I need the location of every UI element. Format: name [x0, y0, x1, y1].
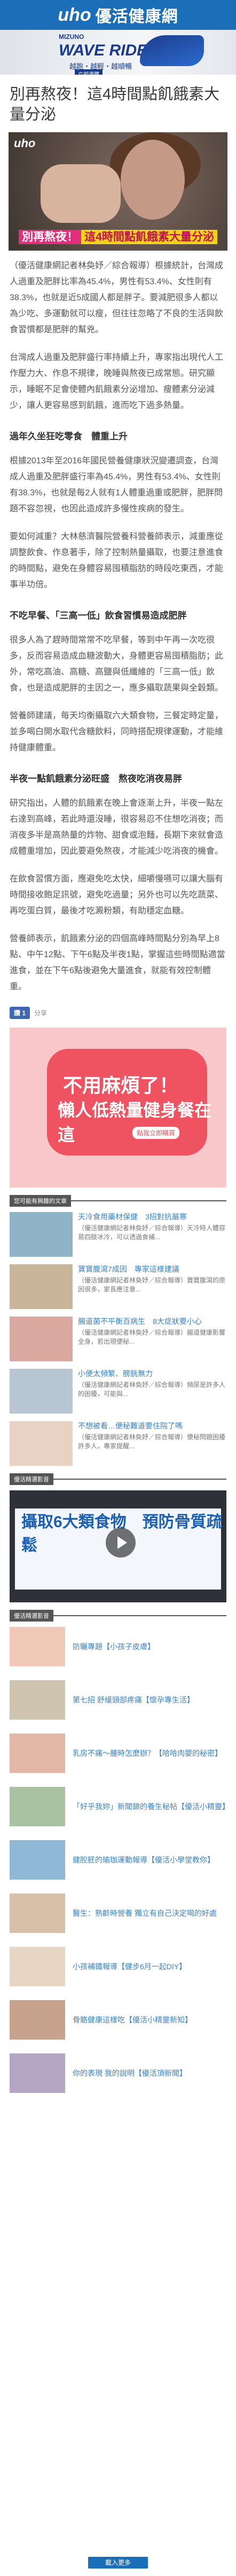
- ad-banner[interactable]: MIZUNO WAVE RIDER 22 越跑・越輕・越順暢 立即選購: [0, 30, 236, 75]
- more-video-item[interactable]: 骨骼健康這樣吃【優活小精靈新知】: [10, 2000, 226, 2040]
- more-video-item[interactable]: 「好乎我妳」新聞鎖的養生秘帖【優活小精靈】: [10, 1787, 230, 1826]
- article-paragraph: 營養師表示，飢餓素分泌的四個高峰時間點分別為早上8點、中午12點、下午6點及半夜…: [10, 934, 225, 991]
- more-title[interactable]: 小孩補鐵報導【健步6月一起DIY】: [73, 1962, 186, 1972]
- more-video-item[interactable]: 你的表現 我的說明【優活頂新聞】: [10, 2053, 226, 2093]
- more-thumbnail[interactable]: [10, 1734, 65, 1773]
- hero-face: [121, 140, 185, 220]
- related-article[interactable]: 寶寶腹瀉7成因 專家這樣建議 （優活健康網記者林奐妤／綜合報導）寶寶腹瀉的原因很…: [10, 1264, 226, 1309]
- ad-brand: MIZUNO: [59, 33, 84, 41]
- promo-banner[interactable]: 不用麻煩了！ 懶人低熱量健身餐在這 點我立即購買: [10, 1028, 226, 1187]
- more-title[interactable]: 「好乎我妳」新聞鎖的養生秘帖【優活小精靈】: [73, 1802, 230, 1812]
- facebook-like-button[interactable]: 讚 1: [10, 1007, 30, 1019]
- hero-caption-a: 別再熬夜！: [19, 230, 82, 244]
- related-label: 您可能有興趣的文章: [10, 1195, 71, 1207]
- more-title[interactable]: 你的表現 我的說明【優活頂新聞】: [73, 2068, 187, 2079]
- related-article[interactable]: 腸道菌不平衡百病生 8大症狀要小心 （優活健康網記者林奐妤／綜合報導）腸道健康影…: [10, 1317, 226, 1361]
- more-title[interactable]: 防曬專題【小孩子皮膚】: [73, 1642, 155, 1652]
- logo-latin[interactable]: uho: [58, 5, 91, 26]
- more-video-item[interactable]: 醫生：熟齡時營養 獨立有自己決定喝的好處: [10, 1893, 226, 1933]
- promo-cta-button[interactable]: 點我立即購買: [132, 1127, 180, 1139]
- video-player[interactable]: 攝取6大類食物 預防骨質疏鬆: [10, 1490, 226, 1602]
- related-title[interactable]: 小便太頻繁、膀胱無力: [78, 1369, 226, 1378]
- related-section-header: 您可能有興趣的文章: [10, 1195, 226, 1207]
- play-icon[interactable]: [106, 1528, 136, 1558]
- related-title[interactable]: 天冷食用藥材保健 3招對抗嚴寒: [78, 1212, 226, 1222]
- more-title[interactable]: 乳房不痛～腫時怎麼辦？【哈哈肉嬰的秘密】: [73, 1748, 222, 1759]
- related-article[interactable]: 天冷食用藥材保健 3招對抗嚴寒 （優活健康網記者林奐妤／綜合報導）天冷時人體容易…: [10, 1212, 226, 1257]
- more-thumbnail[interactable]: [10, 1680, 65, 1720]
- video-label: 優活精選影音: [10, 1473, 53, 1485]
- related-thumbnail[interactable]: [10, 1212, 73, 1257]
- related-title[interactable]: 寶寶腹瀉7成因 專家這樣建議: [78, 1264, 226, 1274]
- related-thumbnail[interactable]: [10, 1369, 73, 1414]
- video-section-header: 優活精選影音: [10, 1473, 226, 1485]
- article-title: 別再熬夜！這4時間點飢餓素大量分泌: [10, 86, 220, 123]
- article-paragraph: 營養師建議，每天均衡攝取六大類食物，三餐定時定量，並多喝白開水取代含糖飲料，同時…: [10, 711, 224, 752]
- related-article[interactable]: 小便太頻繁、膀胱無力 （優活健康網記者林奐妤／綜合報導）頻尿是許多人的困擾，可能…: [10, 1369, 226, 1414]
- logo-chinese[interactable]: 優活健康網: [96, 3, 178, 27]
- section-heading: 過年久坐狂吃零食 體重上升: [10, 431, 128, 442]
- more-thumbnail[interactable]: [10, 1840, 65, 1880]
- related-title[interactable]: 不想被看…便秘難道要住院了嗎: [78, 1421, 226, 1431]
- more-thumbnail[interactable]: [10, 2053, 65, 2093]
- article-paragraph: 台灣成人過重及肥胖盛行率持續上升，專家指出現代人工作壓力大、作息不規律，晚睡與熬…: [10, 353, 224, 410]
- more-title[interactable]: 健腔胚的瑜珈運動報導【優活小學堂教你】: [73, 1855, 215, 1865]
- load-more-button[interactable]: 載入更多: [88, 2557, 148, 2569]
- related-desc: （優活健康網記者林奐妤／綜合報導）頻尿是許多人的困擾，可能與...: [78, 1381, 226, 1398]
- more-section-header: 優活精選影音: [10, 1610, 226, 1622]
- more-thumbnail[interactable]: [10, 1627, 65, 1666]
- related-desc: （優活健康網記者林奐妤／綜合報導）天冷時人體容易四肢冰冷，可以透過食補...: [78, 1224, 226, 1241]
- section-divider: [53, 1615, 226, 1616]
- more-video-item[interactable]: 乳房不痛～腫時怎麼辦？【哈哈肉嬰的秘密】: [10, 1734, 226, 1773]
- more-title[interactable]: 醫生：熟齡時營養 獨立有自己決定喝的好處: [73, 1908, 217, 1919]
- section-heading: 不吃早餐、「三高一低」飲食習慣易造成肥胖: [10, 611, 187, 621]
- more-title[interactable]: 骨骼健康這樣吃【優活小精靈新知】: [73, 2015, 192, 2025]
- related-desc: （優活健康網記者林奐妤／綜合報導）寶寶腹瀉的原因很多，家長應注意...: [78, 1277, 226, 1293]
- article-paragraph: 很多人為了趕時間常常不吃早餐，等到中午再一次吃很多，反而容易造成血糖波動大，身體…: [10, 636, 224, 693]
- shoe-image: [140, 35, 204, 66]
- related-thumbnail[interactable]: [10, 1264, 73, 1309]
- more-video-item[interactable]: 防曬專題【小孩子皮膚】: [10, 1627, 226, 1666]
- related-desc: （優活健康網記者林奐妤／綜合報導）腸道健康影響全身，若出現便秘...: [78, 1329, 226, 1345]
- hero-image: uho 別再熬夜！ 這4時間點飢餓素大量分泌: [9, 132, 227, 251]
- related-desc: （優活健康網記者林奐妤／綜合報導）便秘問題困擾許多人，專家提醒...: [78, 1433, 226, 1450]
- more-video-item[interactable]: 第七招 舒緩頸部疼痛【懷孕專生活】: [10, 1680, 226, 1720]
- related-thumbnail[interactable]: [10, 1317, 73, 1361]
- section-divider: [71, 1200, 226, 1201]
- related-title[interactable]: 腸道菌不平衡百病生 8大症狀要小心: [78, 1317, 226, 1326]
- more-thumbnail[interactable]: [10, 1947, 65, 1986]
- article-body: （優活健康網記者林奐妤／綜合報導）根據統計，台灣成人過重及肥胖比率為45.4%，…: [10, 258, 226, 995]
- more-video-item[interactable]: 健腔胚的瑜珈運動報導【優活小學堂教你】: [10, 1840, 226, 1880]
- hero-caption-b: 這4時間點飢餓素大量分泌: [81, 230, 217, 244]
- related-thumbnail[interactable]: [10, 1421, 73, 1466]
- article-paragraph: （優活健康網記者林奐妤／綜合報導）根據統計，台灣成人過重及肥胖比率為45.4%，…: [10, 261, 224, 334]
- more-title[interactable]: 第七招 舒緩頸部疼痛【懷孕專生活】: [73, 1695, 194, 1705]
- hero-caption: 別再熬夜！ 這4時間點飢餓素大量分泌: [9, 228, 227, 244]
- article-paragraph: 根據2013年至2016年國民營養健康狀況變遷調查，台灣成人過重及肥胖盛行率為4…: [10, 456, 223, 513]
- article-paragraph: 研究指出，人體的飢餓素在晚上會逐漸上升，半夜一點左右達到高峰，若此時還沒睡，很容…: [10, 799, 224, 856]
- hero-hand: [41, 164, 121, 223]
- more-thumbnail[interactable]: [10, 1893, 65, 1933]
- site-header: uho 優活健康網: [0, 0, 236, 30]
- ad-cta[interactable]: 立即選購: [75, 69, 103, 75]
- section-heading: 半夜一點飢餓素分泌旺盛 熬夜吃消夜易胖: [10, 774, 182, 784]
- promo-line1: 不用麻煩了！: [63, 1074, 179, 1096]
- related-article[interactable]: 不想被看…便秘難道要住院了嗎 （優活健康網記者林奐妤／綜合報導）便秘問題困擾許多…: [10, 1421, 226, 1466]
- section-divider: [53, 1479, 226, 1480]
- more-video-item[interactable]: 小孩補鐵報導【健步6月一起DIY】: [10, 1947, 226, 1986]
- share-button[interactable]: 分享: [34, 1008, 47, 1017]
- article-paragraph: 在飲食習慣方面，應避免吃太快，細嚼慢嚥可以讓大腦有時間接收飽足訊號，避免吃過量；…: [10, 874, 224, 916]
- article-paragraph: 要如何減重？大林慈濟醫院營養科營養師表示，減重應從調整飲食、作息著手，除了控制熱…: [10, 532, 224, 589]
- hero-logo: uho: [14, 137, 36, 150]
- share-row: 讚 1 分享: [10, 1007, 226, 1019]
- more-thumbnail[interactable]: [10, 1787, 65, 1826]
- more-thumbnail[interactable]: [10, 2000, 65, 2040]
- more-label: 優活精選影音: [10, 1610, 53, 1622]
